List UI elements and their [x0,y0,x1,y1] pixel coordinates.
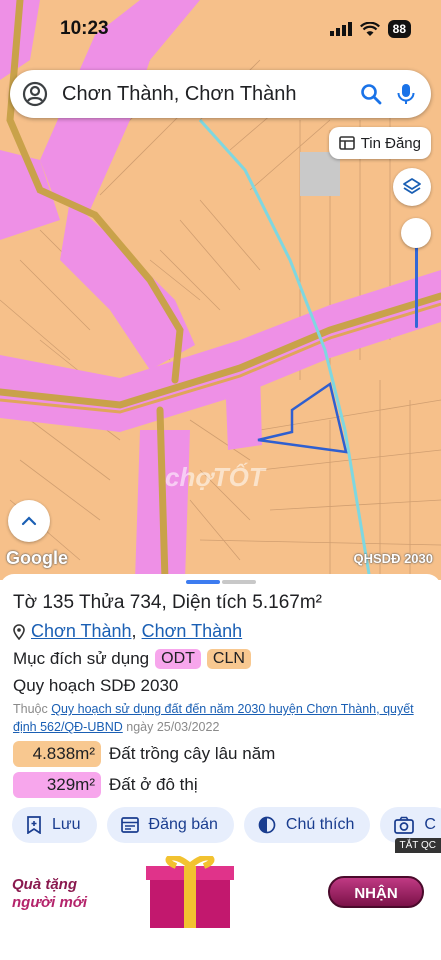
area-type-label: Đất ở đô thị [109,775,198,794]
watermark: chợTỐT [165,462,265,492]
purpose-label: Mục đích sử dụng [13,649,150,668]
save-button[interactable]: Lưu [12,807,97,843]
google-logo: Google [6,548,68,568]
layers-icon [403,178,421,194]
slider-thumb[interactable] [401,218,431,248]
chevron-up-icon [21,516,37,526]
save-label: Lưu [52,816,81,833]
lot-prefix: Thửa [79,592,125,613]
claim-button[interactable]: NHẬN [328,876,424,908]
status-bar: 10:23 88 [0,0,441,60]
ad-line-1: Quà tặng [12,876,78,893]
plan-source: Thuộc Quy hoạch sử dụng đất đến năm 2030… [13,700,433,736]
action-buttons: Lưu Đăng bán Chú thích C [12,807,441,843]
account-icon[interactable] [22,81,48,107]
post-for-sale-button[interactable]: Đăng bán [106,807,234,843]
legend-label: Chú thích [285,816,355,833]
sheet-number: 135 [42,592,75,613]
bookmark-add-icon [27,816,41,834]
search-icon[interactable] [359,82,383,106]
status-icons: 88 [329,18,411,40]
sheet-handle[interactable] [222,580,256,584]
sheet-handle-active[interactable] [186,580,220,584]
ad-line-2: người mới [12,894,88,911]
area-value: 5.167m² [252,592,322,613]
building [300,152,340,196]
sheet-prefix: Tờ [13,592,38,613]
search-input[interactable]: Chơn Thành, Chơn Thành [62,83,359,106]
purpose-row: Mục đích sử dụng ODT CLN [13,649,251,669]
opacity-slider[interactable] [401,218,431,328]
post-label: Đăng bán [148,816,218,833]
mic-icon[interactable] [395,82,417,106]
expand-button[interactable] [8,500,50,542]
area-row-urban: 329m² Đất ở đô thị [13,772,198,798]
area-prefix: Diện tích [172,592,247,613]
location-separator: , [131,621,137,641]
gift-box-icon [146,856,234,928]
area-badge: 4.838m² [13,741,101,767]
location-row: Chơn Thành, Chơn Thành [13,621,242,642]
listing-icon [120,817,139,833]
contrast-icon [258,816,276,834]
legend-button[interactable]: Chú thích [243,807,371,843]
source-prefix: Thuộc [13,702,48,716]
purpose-tag-cln: CLN [206,649,251,669]
camera-icon [394,816,415,834]
parcel-info-sheet: Tờ 135 Thửa 734, Diện tích 5.167m² Chơn … [0,574,441,856]
listing-icon [338,136,355,150]
source-date: ngày 25/03/2022 [126,720,220,734]
district-link[interactable]: Chơn Thành [31,621,132,641]
search-bar[interactable]: Chơn Thành, Chơn Thành [10,70,431,118]
close-ad-button[interactable]: TẮT QC [394,838,441,853]
map-view[interactable]: chợTỐT 10:23 88 Chơn Thành, Chơn Thành T… [0,0,441,580]
area-badge: 329m² [13,772,101,798]
parcel-title: Tờ 135 Thửa 734, Diện tích 5.167m² [13,592,322,614]
listings-label: Tin Đăng [360,134,421,152]
plan-label: Quy hoạch SDĐ 2030 [13,676,179,695]
listings-button[interactable]: Tin Đăng [328,127,431,159]
signal-icon [329,22,352,36]
status-time: 10:23 [60,18,109,39]
lot-number: 734, [129,592,167,613]
layers-button[interactable] [393,168,431,206]
ad-text: Quà tặng người mới [12,876,92,912]
purpose-tag-odt: ODT [155,649,201,669]
layer-name-label: QHSDĐ 2030 [353,551,433,566]
commune-link[interactable]: Chơn Thành [142,621,243,641]
location-pin-icon [13,623,25,640]
area-row-perennial: 4.838m² Đất trồng cây lâu năm [13,741,275,767]
area-type-label: Đất trồng cây lâu năm [109,744,276,763]
wifi-icon [359,21,380,36]
ad-banner[interactable]: Quà tặng người mới NHẬN [0,856,441,960]
capture-label: C [424,816,436,833]
action-bar: Lưu Đăng bán Chú thích C [0,807,441,847]
battery-icon: 88 [387,20,411,38]
